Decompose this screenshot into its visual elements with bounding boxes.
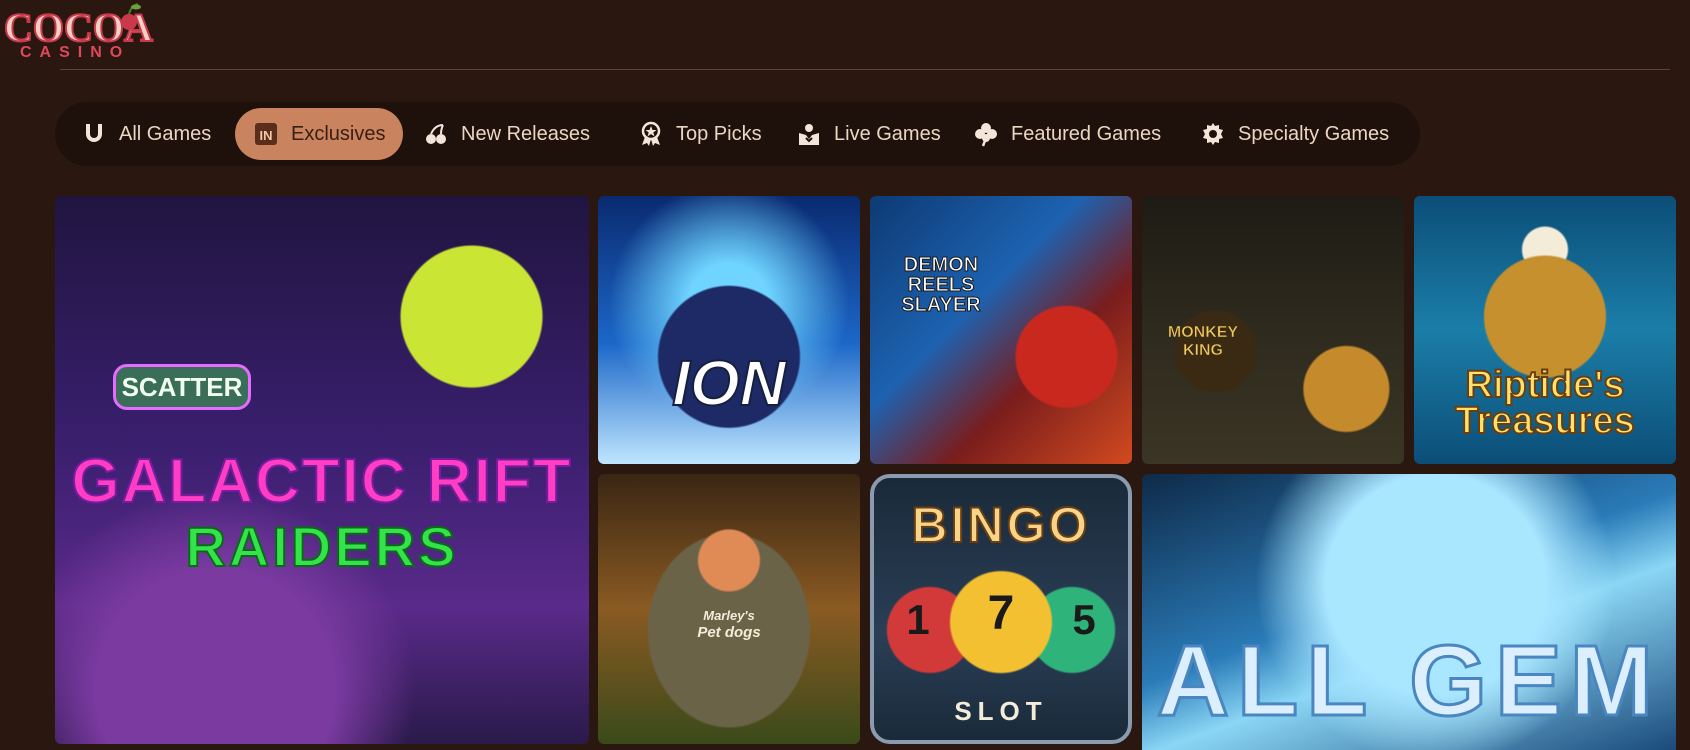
game-tile-demon-reels-slayer[interactable]: DEMON REELS SLAYER xyxy=(870,196,1132,464)
tab-exclusives[interactable]: IN Exclusives xyxy=(235,108,404,160)
game-tile-riptides-treasures[interactable]: Riptide's Treasures xyxy=(1414,196,1676,464)
game-tile-bingo-175-slot[interactable]: BINGO 1 7 5 SLOT xyxy=(870,474,1132,744)
tab-label: Top Picks xyxy=(676,122,762,145)
tab-label: Featured Games xyxy=(1011,122,1162,145)
game-artwork xyxy=(870,196,1132,464)
tab-featured-games[interactable]: Featured Games xyxy=(955,108,1179,160)
scatter-badge: SCATTER xyxy=(113,364,251,410)
game-title: BINGO xyxy=(911,496,1091,554)
game-tile-monkey-king[interactable]: MONKEY KING xyxy=(1142,196,1404,464)
in-badge-icon: IN xyxy=(253,121,279,147)
bingo-ball-3: 5 xyxy=(1072,596,1096,643)
tab-label: All Games xyxy=(119,122,212,145)
game-tile-galactic-rift-raiders[interactable]: SCATTER GALACTIC RIFT RAIDERS xyxy=(55,196,589,744)
svg-text:IN: IN xyxy=(260,128,273,143)
game-title: ION xyxy=(671,346,787,420)
game-subtitle: KING xyxy=(1183,342,1224,360)
tab-specialty-games[interactable]: Specialty Games xyxy=(1182,108,1407,160)
dealer-icon xyxy=(796,121,822,147)
tab-label: New Releases xyxy=(461,122,590,145)
game-tile-ion[interactable]: ION xyxy=(598,196,860,464)
logo-subtitle: CASINO xyxy=(20,44,131,61)
tab-live-games[interactable]: Live Games xyxy=(778,108,959,160)
cocoa-casino-logo[interactable]: COCOA CASINO xyxy=(3,2,174,64)
tab-label: Exclusives xyxy=(291,122,386,145)
horseshoe-icon xyxy=(81,121,107,147)
game-title: GALACTIC RIFT xyxy=(70,446,573,517)
clover-icon xyxy=(973,121,999,147)
tab-top-picks[interactable]: Top Picks xyxy=(620,108,780,160)
game-title: Marley's xyxy=(703,608,755,623)
game-tile-all-gem[interactable]: ALL GEM xyxy=(1142,474,1676,750)
gear-icon xyxy=(1200,121,1226,147)
tab-all-games[interactable]: All Games xyxy=(63,108,229,160)
tab-label: Live Games xyxy=(834,122,941,145)
award-star-icon xyxy=(638,121,664,147)
cherries-icon xyxy=(423,121,449,147)
bingo-ball-2: 7 xyxy=(987,587,1015,640)
category-tab-bar: All Games IN Exclusives New Releases Top… xyxy=(55,102,1420,166)
game-subtitle: RAIDERS xyxy=(184,514,459,579)
game-subtitle: SLOT xyxy=(954,696,1048,726)
tab-label: Specialty Games xyxy=(1238,122,1390,145)
tab-new-releases[interactable]: New Releases xyxy=(405,108,608,160)
cherry-icon xyxy=(121,3,141,30)
game-title: ALL GEM xyxy=(1155,624,1662,739)
game-subtitle: Treasures xyxy=(1454,399,1636,443)
game-tile-marleys-pet-dogs[interactable]: Marley's Pet dogs xyxy=(598,474,860,744)
header-divider xyxy=(60,69,1670,70)
game-title: MONKEY xyxy=(1167,324,1239,342)
game-artwork xyxy=(598,196,860,464)
bingo-ball-1: 1 xyxy=(906,596,930,643)
game-subtitle: Pet dogs xyxy=(697,624,761,641)
game-subtitle-line2: SLAYER xyxy=(901,294,981,317)
